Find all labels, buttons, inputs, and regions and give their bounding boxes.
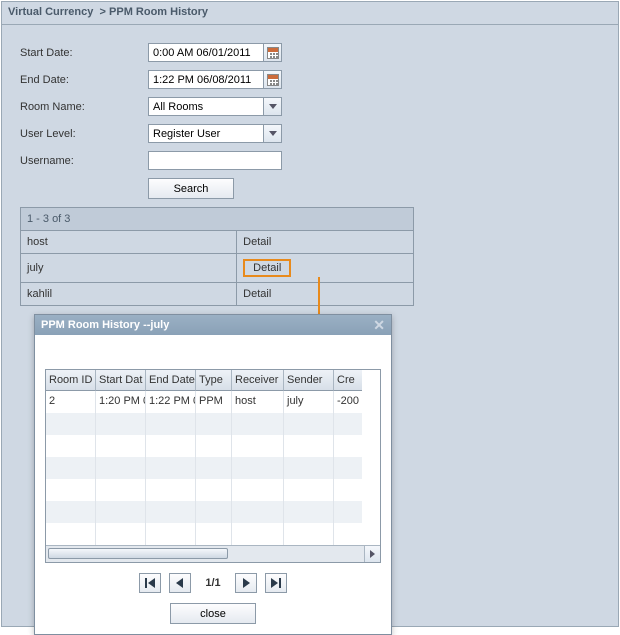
col-end-date[interactable]: End Date [146,370,196,391]
results-summary: 1 - 3 of 3 [21,208,414,231]
dialog-title: PPM Room History --july [41,319,169,331]
window-frame: Virtual Currency > PPM Room History Star… [1,1,619,627]
scrollbar-thumb[interactable] [48,548,228,559]
chevron-down-icon [269,104,277,109]
pager-next-button[interactable] [235,573,257,593]
col-room-id[interactable]: Room ID [46,370,96,391]
cell-credits: -200 [334,391,362,413]
next-page-icon [241,578,251,588]
table-row: july Detail [21,254,414,283]
cell-sender: july [284,391,334,413]
end-date-label: End Date: [20,74,148,86]
chevron-down-icon [269,131,277,136]
end-date-input[interactable] [148,70,264,89]
results-table: 1 - 3 of 3 host Detail july Detail kahli… [20,207,414,306]
start-date-label: Start Date: [20,47,148,59]
cell-start-date: 1:20 PM 0 [96,391,146,413]
pager-last-button[interactable] [265,573,287,593]
first-page-icon [145,578,155,588]
calendar-icon [267,47,279,59]
pager-label: 1/1 [199,577,226,589]
breadcrumb-current: PPM Room History [109,6,208,18]
end-date-picker-button[interactable] [263,70,282,89]
col-start-date[interactable]: Start Dat [96,370,146,391]
chevron-right-icon [370,550,375,558]
room-name-dropdown-button[interactable] [263,97,282,116]
detail-link[interactable]: Detail [243,288,271,300]
cell-receiver: host [232,391,284,413]
user-level-label: User Level: [20,128,148,140]
start-date-input[interactable] [148,43,264,62]
detail-link[interactable]: Detail [253,262,281,274]
username-label: Username: [20,155,148,167]
prev-page-icon [175,578,185,588]
table-row: kahlil Detail [21,283,414,306]
search-button[interactable]: Search [148,178,234,199]
col-receiver[interactable]: Receiver [232,370,284,391]
detail-link[interactable]: Detail [243,236,271,248]
room-name-select[interactable] [148,97,264,116]
pager-first-button[interactable] [139,573,161,593]
cell-room-id: 2 [46,391,96,413]
dialog-close-button[interactable]: ✕ [373,319,385,331]
result-name: host [21,231,237,254]
table-row: host Detail [21,231,414,254]
last-page-icon [271,578,281,588]
table-row[interactable]: 2 1:20 PM 0 1:22 PM 0 PPM host july -200 [46,391,380,413]
col-credits[interactable]: Cre [334,370,362,391]
result-name: july [21,254,237,283]
start-date-picker-button[interactable] [263,43,282,62]
cell-end-date: 1:22 PM 0 [146,391,196,413]
history-grid: Room ID Start Dat End Date Type Receiver… [45,369,381,563]
close-icon: ✕ [373,317,385,333]
col-type[interactable]: Type [196,370,232,391]
breadcrumb-sep: > [100,6,106,18]
content-area: Start Date: End Date: Room Name: [2,25,618,306]
pager-prev-button[interactable] [169,573,191,593]
dialog-close-footer-button[interactable]: close [170,603,256,624]
username-input[interactable] [148,151,282,170]
scrollbar-right-button[interactable] [364,546,380,562]
room-name-label: Room Name: [20,101,148,113]
breadcrumb-root[interactable]: Virtual Currency [8,6,93,18]
horizontal-scrollbar[interactable] [46,545,380,562]
col-sender[interactable]: Sender [284,370,334,391]
result-name: kahlil [21,283,237,306]
breadcrumb: Virtual Currency > PPM Room History [2,2,618,25]
pager: 1/1 [45,573,381,593]
calendar-icon [267,74,279,86]
cell-type: PPM [196,391,232,413]
user-level-dropdown-button[interactable] [263,124,282,143]
user-level-select[interactable] [148,124,264,143]
detail-dialog: PPM Room History --july ✕ Room ID Start … [34,314,392,635]
